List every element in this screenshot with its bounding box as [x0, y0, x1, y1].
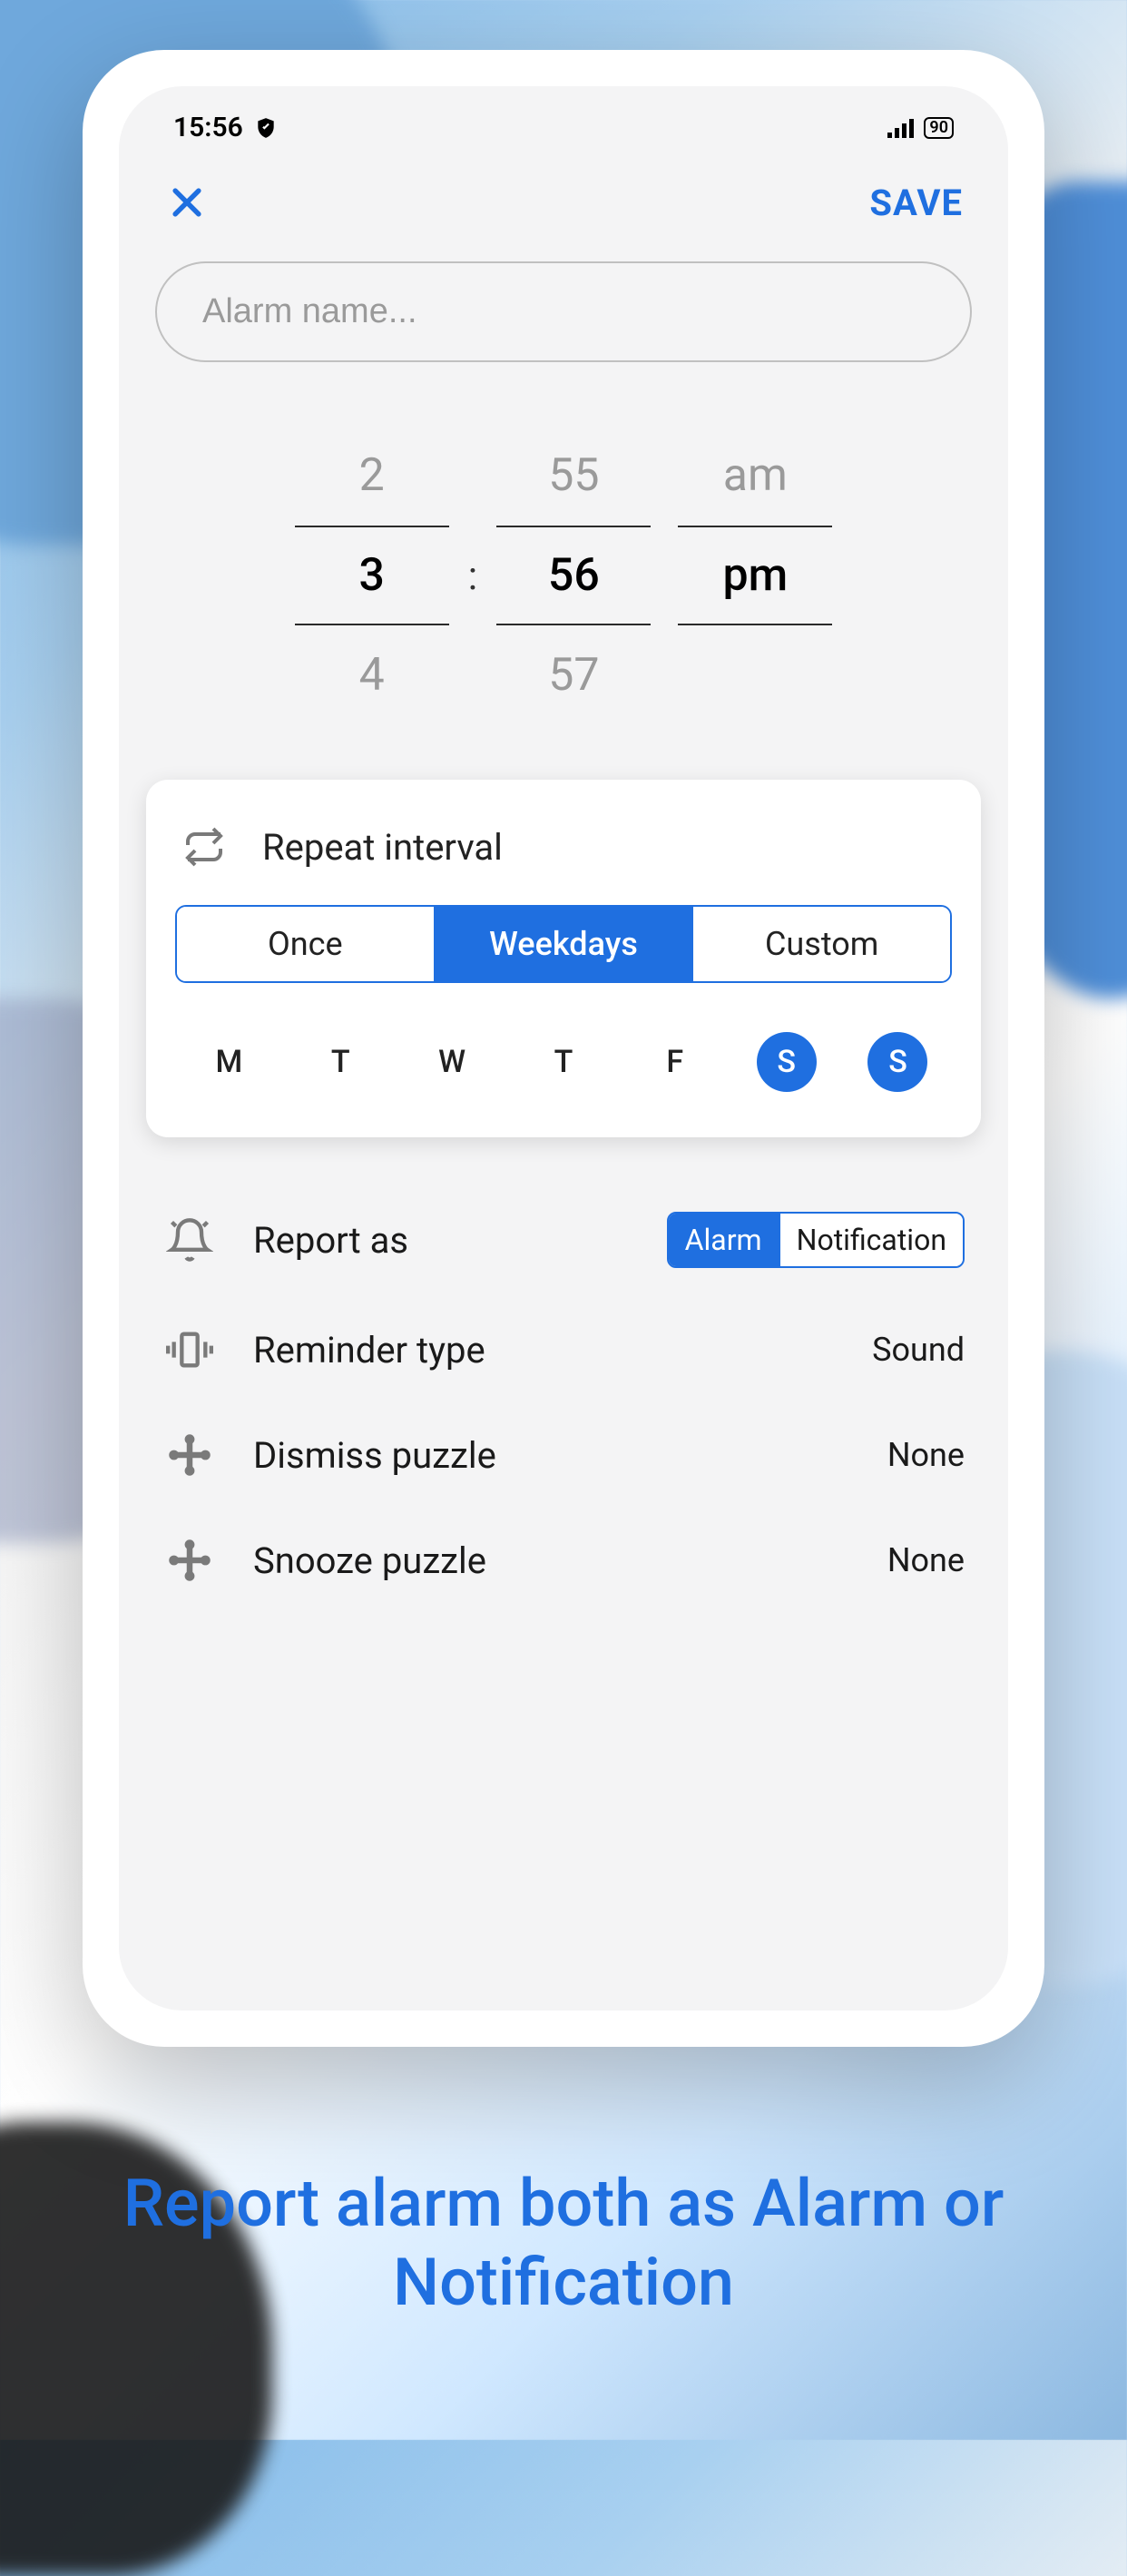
- time-separator: :: [463, 552, 484, 599]
- reminder-type-label: Reminder type: [253, 1329, 836, 1372]
- phone-frame: 15:56 90 SAVE: [83, 50, 1044, 2047]
- minute-column[interactable]: 55 56 57: [483, 426, 664, 725]
- repeat-card: Repeat interval Once Weekdays Custom M T…: [146, 780, 981, 1137]
- minute-prev[interactable]: 55: [548, 426, 599, 526]
- snooze-puzzle-label: Snooze puzzle: [253, 1539, 851, 1582]
- header: SAVE: [119, 152, 1008, 261]
- bell-icon: [162, 1216, 217, 1263]
- battery-icon: 90: [924, 117, 954, 139]
- minute-next[interactable]: 57: [548, 625, 599, 725]
- setting-dismiss-puzzle[interactable]: Dismiss puzzle None: [146, 1402, 981, 1508]
- days-row: M T W T F S S: [173, 1019, 954, 1092]
- puzzle-icon: [162, 1431, 217, 1479]
- hour-next[interactable]: 4: [359, 625, 385, 725]
- hour-selected[interactable]: 3: [295, 526, 449, 625]
- marketing-caption: Report alarm both as Alarm or Notificati…: [0, 2165, 1127, 2322]
- signal-icon: [887, 118, 915, 138]
- period-column[interactable]: am pm: [664, 426, 846, 725]
- dismiss-puzzle-label: Dismiss puzzle: [253, 1434, 851, 1477]
- repeat-option-custom[interactable]: Custom: [691, 907, 950, 981]
- period-selected[interactable]: pm: [678, 526, 832, 625]
- vibrate-icon: [162, 1326, 217, 1373]
- report-as-notification[interactable]: Notification: [779, 1214, 963, 1266]
- setting-snooze-puzzle[interactable]: Snooze puzzle None: [146, 1508, 981, 1613]
- setting-report-as[interactable]: Report as Alarm Notification: [146, 1183, 981, 1297]
- settings-list: Report as Alarm Notification Reminder ty…: [119, 1137, 1008, 1613]
- day-wed[interactable]: W: [422, 1032, 482, 1092]
- repeat-option-weekdays[interactable]: Weekdays: [434, 907, 692, 981]
- close-button[interactable]: [164, 180, 210, 225]
- dismiss-puzzle-value: None: [887, 1436, 965, 1474]
- day-sun[interactable]: S: [867, 1032, 927, 1092]
- status-time: 15:56: [173, 112, 243, 143]
- minute-selected[interactable]: 56: [496, 526, 651, 625]
- report-as-label: Report as: [253, 1219, 631, 1262]
- alarm-name-input[interactable]: [155, 261, 972, 362]
- report-as-segmented: Alarm Notification: [667, 1212, 965, 1268]
- day-mon[interactable]: M: [199, 1032, 259, 1092]
- report-as-alarm[interactable]: Alarm: [669, 1214, 779, 1266]
- period-prev[interactable]: am: [723, 426, 788, 526]
- repeat-icon: [182, 825, 226, 869]
- day-sat[interactable]: S: [757, 1032, 817, 1092]
- shield-icon: [254, 116, 278, 140]
- battery-level: 90: [929, 118, 948, 137]
- screen: 15:56 90 SAVE: [119, 86, 1008, 2011]
- repeat-segmented: Once Weekdays Custom: [175, 905, 952, 983]
- time-picker[interactable]: 2 3 4 : 55 56 57 am pm: [119, 408, 1008, 780]
- puzzle-icon: [162, 1537, 217, 1584]
- repeat-option-once[interactable]: Once: [177, 907, 434, 981]
- close-icon: [167, 182, 207, 222]
- status-bar: 15:56 90: [119, 86, 1008, 152]
- snooze-puzzle-value: None: [887, 1541, 965, 1579]
- day-thu[interactable]: T: [534, 1032, 593, 1092]
- hour-column[interactable]: 2 3 4: [281, 426, 463, 725]
- setting-reminder-type[interactable]: Reminder type Sound: [146, 1297, 981, 1402]
- reminder-type-value: Sound: [872, 1331, 965, 1369]
- day-tue[interactable]: T: [310, 1032, 370, 1092]
- repeat-title: Repeat interval: [262, 826, 503, 869]
- hour-prev[interactable]: 2: [359, 426, 385, 526]
- save-button[interactable]: SAVE: [869, 182, 963, 224]
- day-fri[interactable]: F: [645, 1032, 705, 1092]
